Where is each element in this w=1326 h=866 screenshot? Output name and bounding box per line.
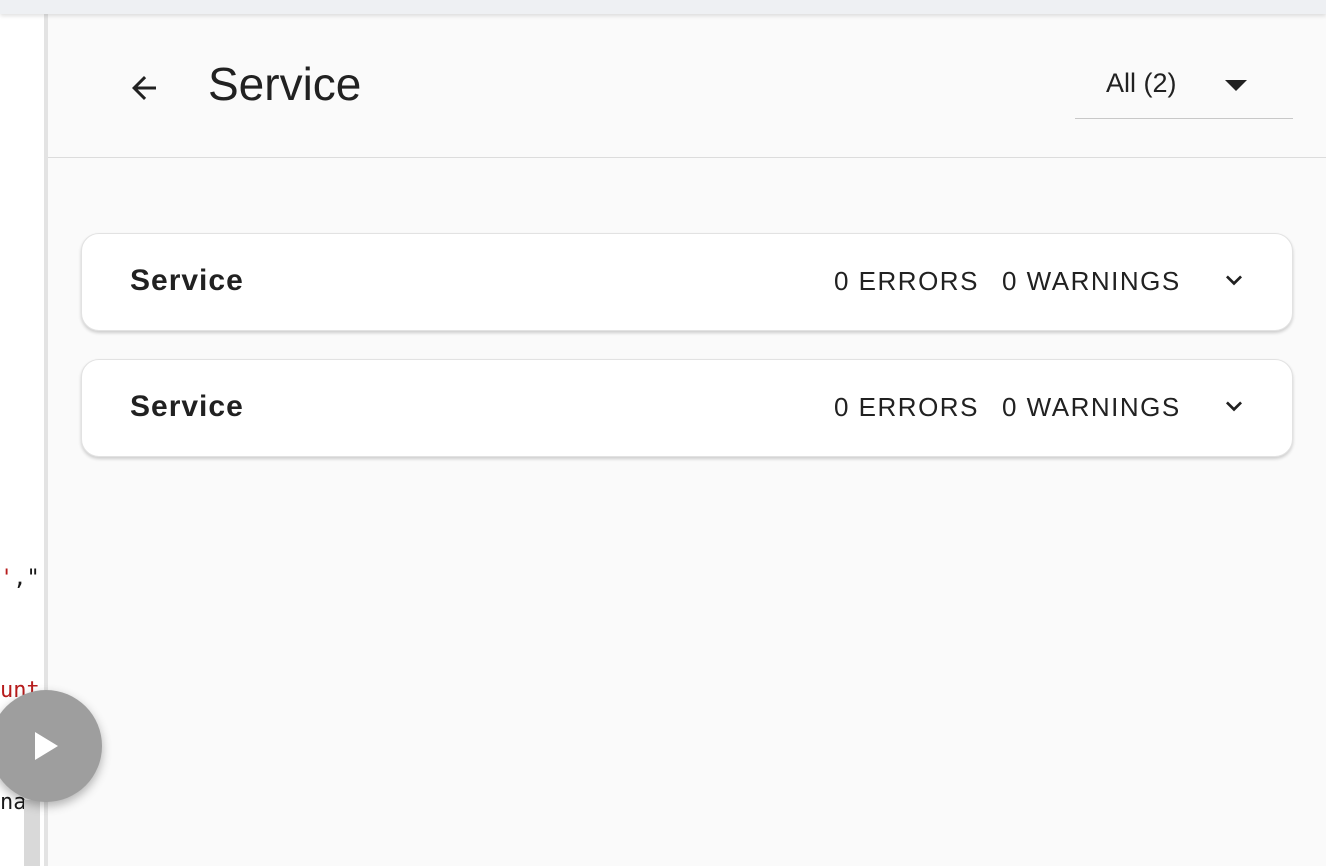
arrow-back-icon [132, 76, 156, 100]
service-panel: Service All (2) Service 0 ERRORS 0 WARNI… [48, 0, 1326, 866]
page-title: Service [208, 58, 362, 110]
service-card[interactable]: Service 0 ERRORS 0 WARNINGS [81, 359, 1293, 457]
play-icon [35, 732, 58, 760]
warnings-count: 0 WARNINGS [1002, 392, 1181, 422]
service-card-title: Service [130, 264, 244, 297]
editor-scrollbar[interactable] [24, 800, 40, 866]
service-card-title: Service [130, 390, 244, 423]
chevron-down-icon[interactable] [1218, 390, 1250, 422]
warnings-count: 0 WARNINGS [1002, 266, 1181, 296]
errors-count: 0 ERRORS [834, 392, 979, 422]
code-text-fragment: ," [13, 566, 40, 591]
filter-select[interactable]: All (2) [1075, 60, 1293, 119]
code-string-fragment: ' [0, 566, 14, 591]
code-line: '," [0, 566, 40, 591]
chevron-down-icon[interactable] [1218, 264, 1250, 296]
top-bar [0, 0, 1326, 14]
service-card[interactable]: Service 0 ERRORS 0 WARNINGS [81, 233, 1293, 331]
filter-selected-value: All (2) [1106, 68, 1177, 98]
caret-down-icon [1225, 80, 1247, 91]
panel-header: Service All (2) [48, 0, 1326, 158]
back-button[interactable] [120, 64, 168, 112]
errors-count: 0 ERRORS [834, 266, 979, 296]
